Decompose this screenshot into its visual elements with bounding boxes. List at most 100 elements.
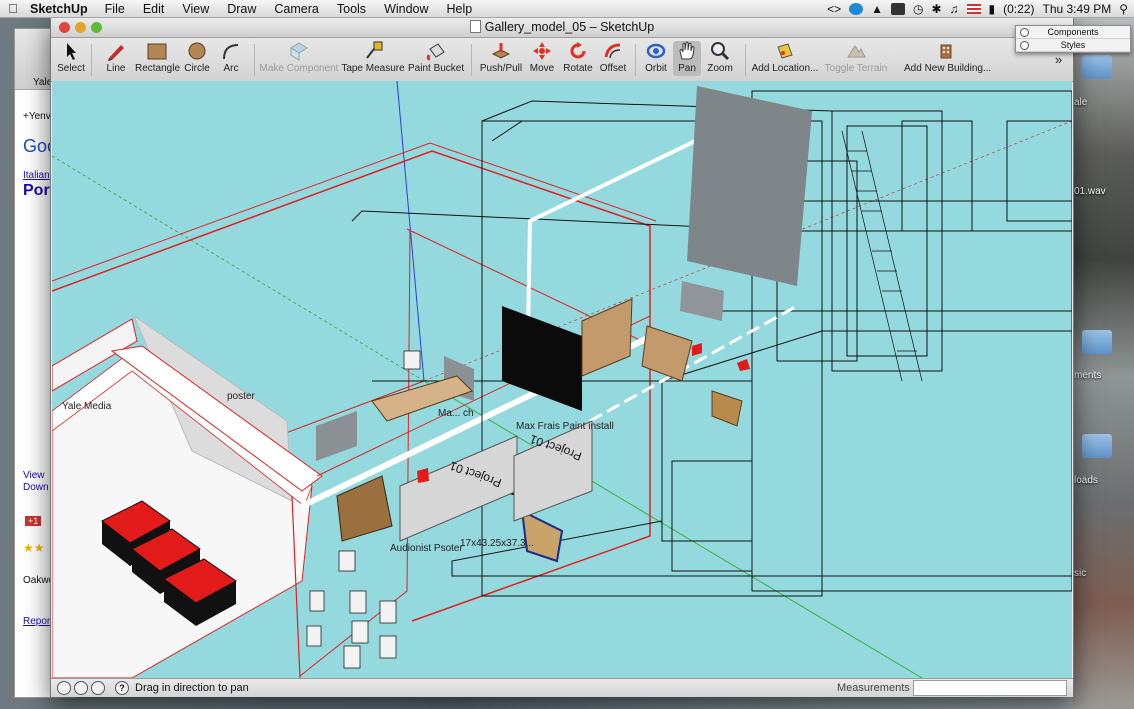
menu-view[interactable]: View [173, 2, 218, 16]
volume-icon[interactable]: ♫ [950, 2, 959, 16]
bookmark-item[interactable]: +Yenv [23, 111, 51, 122]
folder-icon[interactable] [1082, 55, 1112, 79]
rectangle-icon [147, 43, 167, 60]
browser-view-link[interactable]: View [23, 470, 45, 481]
palette-components[interactable]: Components [1016, 26, 1130, 39]
red-object [692, 343, 702, 356]
menu-file[interactable]: File [96, 2, 134, 16]
menu-edit[interactable]: Edit [134, 2, 174, 16]
tool-rectangle[interactable]: Rectangle [135, 41, 181, 74]
one-icon[interactable] [890, 2, 905, 15]
paint-bucket-icon [426, 43, 445, 61]
tool-circle[interactable]: Circle [182, 41, 212, 74]
desktop-label[interactable]: 01.wav [1074, 186, 1106, 197]
tool-label: Add Location... [751, 63, 819, 74]
browser-heading[interactable]: Por [23, 182, 50, 200]
model-canvas[interactable]: Yale Media poster Ma... ch Max Frais Pai… [52, 81, 1072, 678]
desktop-label[interactable]: ments [1074, 370, 1101, 381]
component-icon [290, 42, 308, 61]
tool-label: Line [106, 63, 126, 74]
clock[interactable]: Thu 3:49 PM [1043, 2, 1112, 16]
wood-panel [581, 298, 633, 377]
skype-icon[interactable] [849, 2, 864, 15]
toolbar-overflow-icon[interactable]: » [1055, 52, 1062, 67]
code-menu-icon[interactable]: <> [827, 2, 841, 16]
time-machine-icon[interactable]: ◷ [913, 2, 923, 16]
tool-move[interactable]: Move [527, 41, 557, 74]
palette-styles[interactable]: Styles [1016, 39, 1130, 52]
tool-add-new-building[interactable]: Add New Building... [904, 41, 991, 74]
tool-label: Push/Pull [479, 63, 523, 74]
battery-icon[interactable]: ▮ [989, 2, 996, 16]
tool-line[interactable]: Line [101, 41, 131, 74]
geo-location-icon[interactable] [57, 681, 71, 695]
folder-icon[interactable] [1082, 434, 1112, 458]
toggle-terrain-icon [847, 45, 866, 58]
zoom-window-icon[interactable] [91, 22, 102, 33]
plus-one-button[interactable]: +1 [25, 516, 42, 526]
tool-rotate[interactable]: Rotate [561, 41, 595, 74]
folder-icon[interactable] [1082, 330, 1112, 354]
tape-measure-icon [366, 41, 383, 59]
minimize-window-icon[interactable] [75, 22, 86, 33]
tool-offset[interactable]: Offset [597, 41, 629, 74]
desktop-label[interactable]: loads [1074, 475, 1098, 486]
tool-make-component[interactable]: Make Component [259, 41, 339, 74]
red-box-outline [52, 142, 657, 282]
label-bench: Ma... ch [438, 408, 474, 419]
desktop-label[interactable]: ale [1074, 97, 1087, 108]
wifi-icon[interactable]: ▲ [871, 2, 883, 16]
label-max-frais: Max Frais Paint install [516, 421, 614, 432]
palette-label: Styles [1060, 40, 1086, 50]
window-title: Gallery_model_05 – SketchUp [484, 20, 655, 34]
tool-zoom[interactable]: Zoom [705, 41, 735, 74]
menu-help[interactable]: Help [438, 2, 482, 16]
rating-stars-icon: ★★ [23, 541, 45, 555]
tool-arc[interactable]: Arc [217, 41, 245, 74]
tool-label: Paint Bucket [408, 63, 465, 74]
title-bar[interactable]: Gallery_model_05 – SketchUp [51, 18, 1073, 38]
arc-icon [223, 44, 239, 60]
tool-select[interactable]: Select [57, 41, 85, 74]
menu-draw[interactable]: Draw [218, 2, 265, 16]
toolbar-separator [745, 44, 746, 76]
tool-toggle-terrain[interactable]: Toggle Terrain [823, 41, 889, 74]
browser-link[interactable]: Italian [23, 170, 50, 181]
flag-icon[interactable] [966, 3, 981, 14]
offset-icon [604, 43, 621, 59]
menu-window[interactable]: Window [375, 2, 437, 16]
tool-paint-bucket[interactable]: Paint Bucket [408, 41, 464, 74]
desktop-label[interactable]: sic [1074, 568, 1086, 579]
palette-label: Components [1047, 27, 1099, 37]
spotlight-icon[interactable]: ⚲ [1119, 2, 1128, 16]
menu-tools[interactable]: Tools [328, 2, 375, 16]
label-poster: poster [227, 391, 255, 402]
help-icon[interactable]: ? [115, 681, 129, 695]
user-icon[interactable] [91, 681, 105, 695]
tool-tape-measure[interactable]: Tape Measure [341, 41, 405, 74]
battery-time: (0:22) [1003, 1, 1035, 16]
tool-label: Rotate [563, 63, 593, 74]
move-icon [533, 42, 551, 60]
browser-report-link[interactable]: Report [23, 616, 53, 627]
expand-icon[interactable] [1020, 41, 1029, 50]
credits-icon[interactable] [74, 681, 88, 695]
bluetooth-icon[interactable]: ✱ [931, 2, 941, 16]
tool-label: Tape Measure [341, 63, 405, 74]
select-arrow-icon [67, 43, 76, 60]
close-window-icon[interactable] [59, 22, 70, 33]
tool-push-pull[interactable]: Push/Pull [478, 41, 524, 74]
tool-pan[interactable]: Pan [673, 41, 701, 76]
tool-label: Circle [184, 63, 210, 74]
menu-camera[interactable]: Camera [265, 2, 327, 16]
model-viewport[interactable]: Yale Media poster Ma... ch Max Frais Pai… [52, 81, 1072, 678]
browser-download-link[interactable]: Down [23, 482, 49, 493]
app-menu[interactable]: SketchUp [26, 2, 96, 16]
sketchup-window: Gallery_model_05 – SketchUp Select Line … [50, 17, 1074, 697]
tool-add-location[interactable]: Add Location... [750, 41, 820, 74]
apple-menu-icon[interactable]:  [0, 1, 26, 16]
tool-orbit[interactable]: Orbit [641, 41, 671, 74]
measurements-field[interactable] [913, 680, 1067, 696]
expand-icon[interactable] [1020, 28, 1029, 37]
tool-label: Rectangle [135, 63, 181, 74]
